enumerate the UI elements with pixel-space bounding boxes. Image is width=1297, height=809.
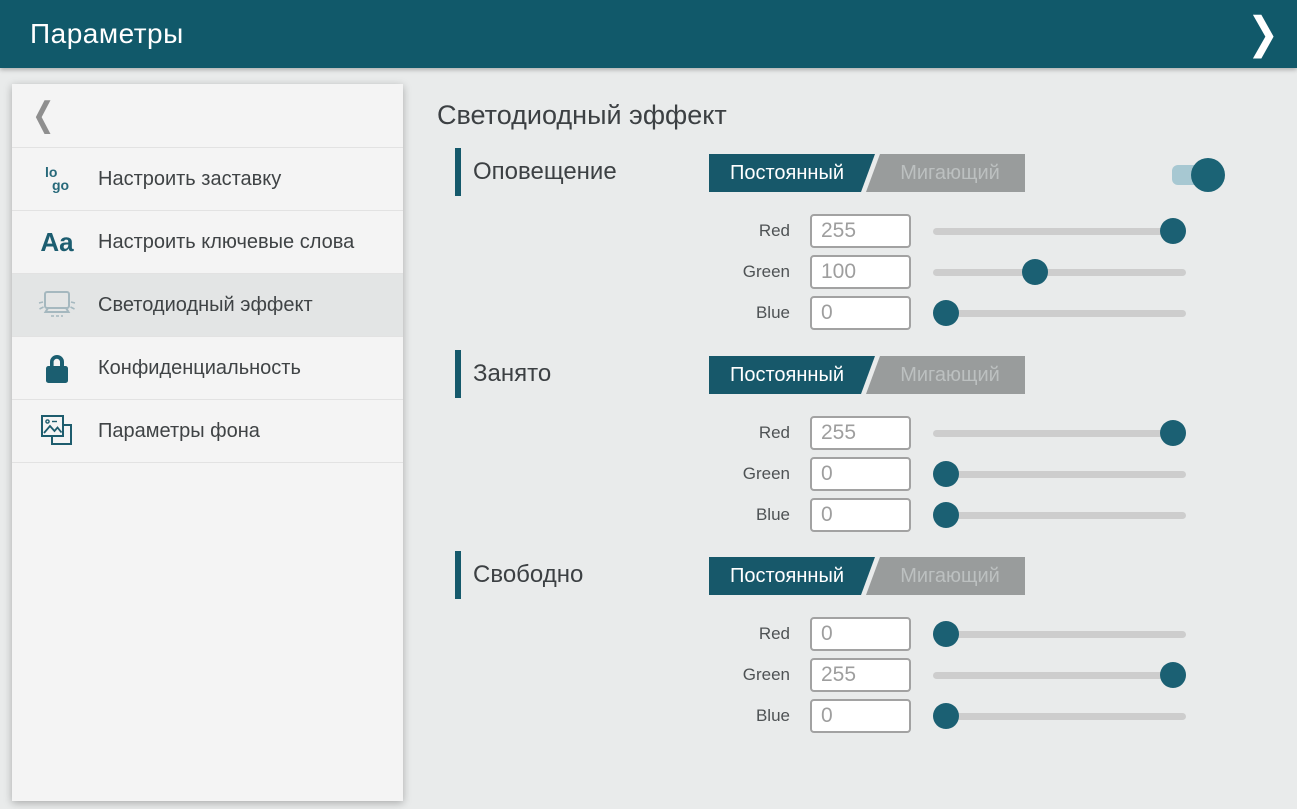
rgb-rows: Red Green Blue [700, 412, 1186, 535]
channel-row-green: Green [700, 251, 1186, 292]
section-label: Занято [473, 350, 551, 398]
slider-thumb[interactable] [1022, 259, 1048, 285]
channel-row-blue: Blue [700, 292, 1186, 333]
sidebar-back-button[interactable]: ❮ [12, 84, 403, 148]
channel-label: Green [700, 464, 790, 484]
channel-row-green: Green [700, 654, 1186, 695]
slider-track [933, 228, 1186, 235]
blue-value-input[interactable] [810, 699, 911, 733]
slider-thumb[interactable] [1160, 662, 1186, 688]
red-slider[interactable] [933, 214, 1186, 248]
red-value-input[interactable] [810, 214, 911, 248]
settings-app: Параметры ❯ ❮ lo go Настроить заставку A… [0, 0, 1297, 809]
back-chevron-icon: ❮ [32, 96, 55, 135]
green-value-input[interactable] [810, 658, 911, 692]
channel-row-blue: Blue [700, 695, 1186, 736]
channel-label: Blue [700, 505, 790, 525]
slider-thumb[interactable] [933, 703, 959, 729]
channel-label: Green [700, 665, 790, 685]
green-slider[interactable] [933, 658, 1186, 692]
switch-thumb [1191, 158, 1225, 192]
green-slider[interactable] [933, 255, 1186, 289]
channel-label: Red [700, 423, 790, 443]
mode-toggle-group: Постоянный Мигающий [709, 557, 1025, 595]
blue-slider[interactable] [933, 296, 1186, 330]
mode-toggle-group: Постоянный Мигающий [709, 356, 1025, 394]
rgb-rows: Red Green Blue [700, 210, 1186, 333]
red-value-input[interactable] [810, 416, 911, 450]
slider-thumb[interactable] [933, 621, 959, 647]
channel-row-blue: Blue [700, 494, 1186, 535]
slider-track [933, 430, 1186, 437]
channel-label: Red [700, 624, 790, 644]
slider-thumb[interactable] [1160, 420, 1186, 446]
section-accent-bar [455, 148, 461, 196]
channel-label: Green [700, 262, 790, 282]
slider-thumb[interactable] [933, 461, 959, 487]
rgb-rows: Red Green Blue [700, 613, 1186, 736]
channel-label: Blue [700, 706, 790, 726]
slider-track [933, 310, 1186, 317]
app-header: Параметры ❯ [0, 0, 1297, 68]
green-value-input[interactable] [810, 255, 911, 289]
slider-thumb[interactable] [1160, 218, 1186, 244]
slider-thumb[interactable] [933, 502, 959, 528]
section-label: Свободно [473, 551, 583, 599]
slider-track [933, 512, 1186, 519]
content-title: Светодиодный эффект [437, 100, 727, 131]
slider-track [933, 471, 1186, 478]
section-accent-bar [455, 350, 461, 398]
slider-track [933, 631, 1186, 638]
red-value-input[interactable] [810, 617, 911, 651]
blue-value-input[interactable] [810, 296, 911, 330]
slider-track [933, 672, 1186, 679]
forward-chevron-icon[interactable]: ❯ [1247, 6, 1279, 61]
section-accent-bar [455, 551, 461, 599]
channel-row-green: Green [700, 453, 1186, 494]
green-value-input[interactable] [810, 457, 911, 491]
blue-slider[interactable] [933, 498, 1186, 532]
mode-toggle-group: Постоянный Мигающий [709, 154, 1025, 192]
slider-track [933, 269, 1186, 276]
page-title: Параметры [30, 18, 184, 50]
channel-row-red: Red [700, 412, 1186, 453]
section-free: Свободно Постоянный Мигающий Red Green [0, 551, 1297, 751]
channel-row-red: Red [700, 210, 1186, 251]
slider-thumb[interactable] [933, 300, 959, 326]
channel-label: Red [700, 221, 790, 241]
notification-enabled-switch[interactable] [1172, 158, 1225, 192]
section-busy: Занято Постоянный Мигающий Red Green [0, 350, 1297, 550]
red-slider[interactable] [933, 617, 1186, 651]
green-slider[interactable] [933, 457, 1186, 491]
slider-track [933, 713, 1186, 720]
red-slider[interactable] [933, 416, 1186, 450]
section-label: Оповещение [473, 148, 617, 196]
channel-label: Blue [700, 303, 790, 323]
blue-slider[interactable] [933, 699, 1186, 733]
section-notification: Оповещение Постоянный Мигающий Red Green [0, 148, 1297, 348]
channel-row-red: Red [700, 613, 1186, 654]
blue-value-input[interactable] [810, 498, 911, 532]
